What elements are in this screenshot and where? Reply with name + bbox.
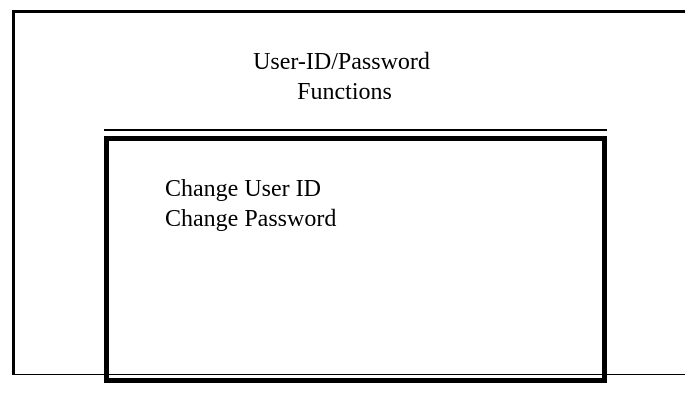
menu-item-change-password[interactable]: Change Password bbox=[165, 204, 336, 234]
title-line-2: Functions bbox=[297, 79, 392, 105]
function-menu-box: Change User ID Change Password bbox=[104, 129, 607, 383]
page-title: User-ID/Password Functions bbox=[0, 47, 685, 107]
title-line-1: User-ID/Password bbox=[253, 49, 430, 75]
menu-item-change-user-id[interactable]: Change User ID bbox=[165, 174, 336, 204]
function-menu-list: Change User ID Change Password bbox=[165, 174, 336, 234]
